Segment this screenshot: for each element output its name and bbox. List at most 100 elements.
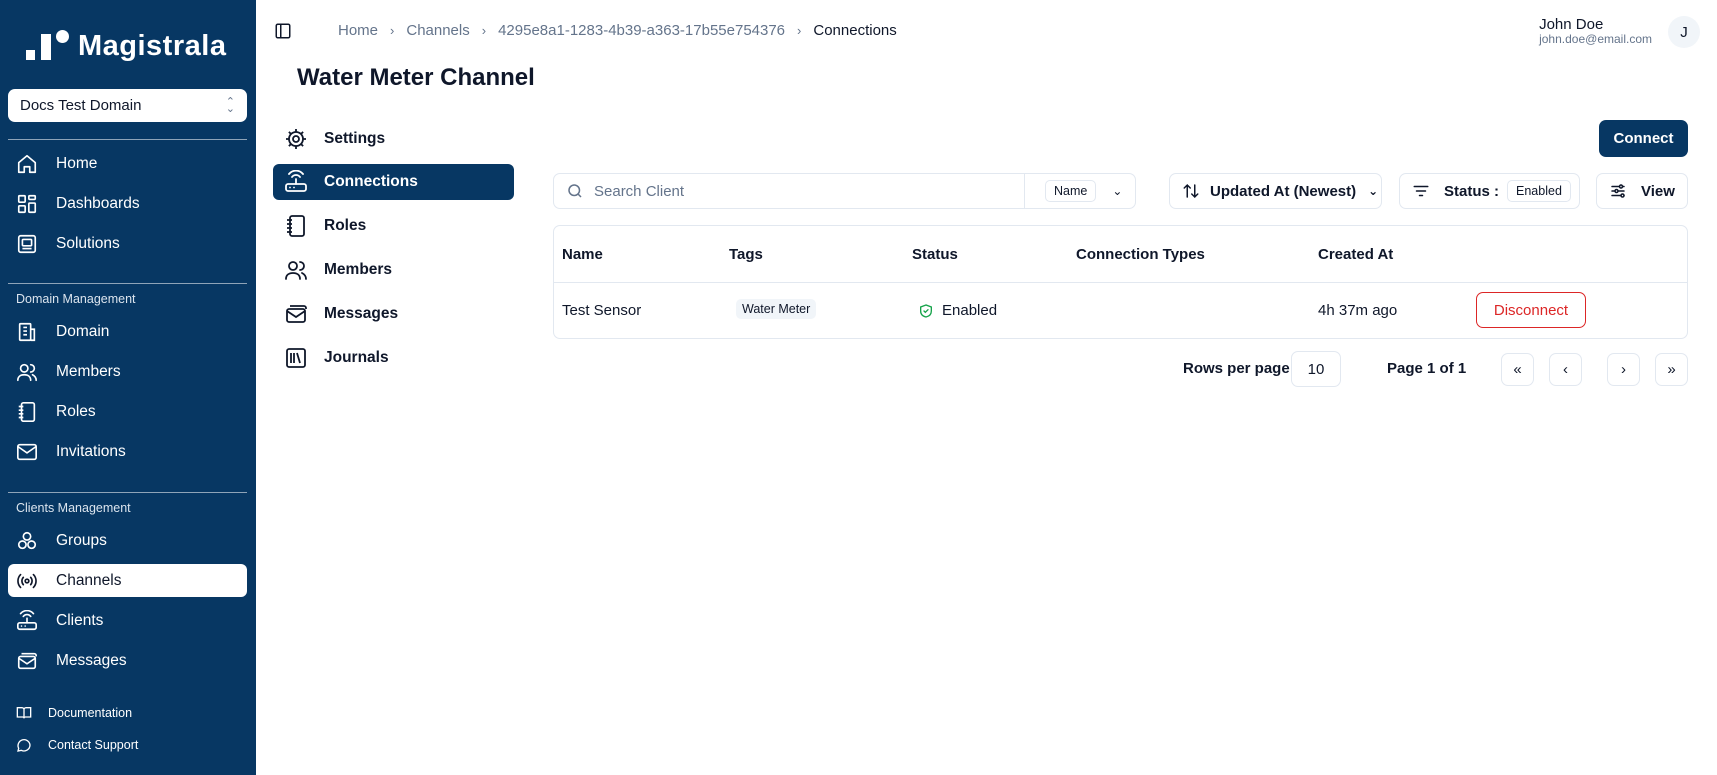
- sidebar-item-home[interactable]: Home: [8, 147, 247, 180]
- sidebar: Magistrala Docs Test Domain ⌃ ⌄ Home Dash…: [0, 0, 256, 775]
- tab-label: Settings: [324, 130, 386, 147]
- page-info: Page 1 of 1: [1387, 360, 1467, 377]
- users-icon: [285, 261, 307, 280]
- gear-icon: [286, 129, 306, 149]
- connect-button[interactable]: Connect: [1599, 120, 1688, 157]
- sidebar-item-label: Members: [56, 362, 121, 380]
- first-page-button[interactable]: «: [1501, 353, 1534, 386]
- column-header-created-at[interactable]: Created At: [1318, 246, 1393, 263]
- tab-settings[interactable]: Settings: [273, 121, 514, 157]
- shield-check-icon: [920, 303, 932, 318]
- sidebar-item-label: Dashboards: [56, 194, 140, 212]
- avatar[interactable]: J: [1668, 16, 1700, 48]
- tab-messages[interactable]: Messages: [273, 296, 514, 332]
- tab-label: Members: [324, 261, 393, 278]
- last-page-button[interactable]: »: [1655, 353, 1688, 386]
- sort-label: Updated At (Newest): [1210, 182, 1357, 200]
- sidebar-item-groups[interactable]: Groups: [8, 524, 247, 557]
- sidebar-item-channels[interactable]: Channels: [8, 564, 247, 597]
- chevron-right-icon: ›: [1621, 361, 1626, 378]
- chevron-right-icon: ›: [390, 23, 395, 38]
- chevron-down-icon: ⌄: [1112, 184, 1123, 198]
- chevrons-right-icon: »: [1667, 361, 1676, 378]
- sort-button[interactable]: Updated At (Newest) ⌄: [1169, 173, 1382, 209]
- status-filter-button[interactable]: Status : Enabled: [1399, 173, 1580, 209]
- rows-per-page-select[interactable]: 10: [1291, 351, 1341, 387]
- section-label-clients: Clients Management: [16, 501, 131, 515]
- sidebar-item-label: Solutions: [56, 234, 120, 252]
- sidebar-item-label: Domain: [56, 322, 110, 340]
- tag-badge: Water Meter: [736, 299, 817, 319]
- chevron-down-icon: ⌄: [1368, 184, 1379, 198]
- footer-item-label: Documentation: [48, 706, 133, 720]
- breadcrumb-channels[interactable]: Channels: [406, 22, 469, 39]
- rows-per-page-label: Rows per page: [1183, 360, 1290, 377]
- breadcrumb-current: Connections: [813, 22, 897, 39]
- chevrons-left-icon: «: [1513, 361, 1522, 378]
- footer-item-documentation[interactable]: Documentation: [16, 705, 132, 721]
- domain-switcher[interactable]: Docs Test Domain ⌃ ⌄: [8, 89, 247, 122]
- sidebar-item-domain[interactable]: Domain: [8, 315, 247, 348]
- sort-arrows-icon: [1183, 183, 1199, 199]
- cell-tags: Water Meter: [736, 299, 817, 319]
- chevrons-up-down-icon: ⌃ ⌄: [225, 95, 235, 115]
- mail-stack-icon: [17, 652, 37, 669]
- sidebar-item-label: Invitations: [56, 442, 126, 460]
- sliders-icon: [1611, 184, 1625, 198]
- cell-status: Enabled: [918, 302, 997, 319]
- sidebar-item-roles[interactable]: Roles: [8, 395, 247, 428]
- search-box: Name ⌄: [553, 173, 1136, 209]
- footer-item-label: Contact Support: [48, 738, 139, 752]
- column-header-name[interactable]: Name: [562, 246, 603, 263]
- chevron-left-icon: ‹: [1563, 361, 1568, 378]
- filter-icon: [1413, 185, 1429, 197]
- column-header-tags[interactable]: Tags: [729, 246, 763, 263]
- row-divider: [554, 282, 1687, 283]
- tab-journals[interactable]: Journals: [273, 340, 514, 376]
- connections-table: Name Tags Status Connection Types Create…: [553, 225, 1688, 339]
- broadcast-icon: [17, 573, 37, 588]
- sidebar-item-clients[interactable]: Clients: [8, 604, 247, 637]
- sidebar-divider: [8, 283, 247, 284]
- view-options-button[interactable]: View: [1596, 173, 1688, 209]
- disconnect-button[interactable]: Disconnect: [1476, 292, 1586, 328]
- column-header-connection-types[interactable]: Connection Types: [1076, 246, 1205, 263]
- logo-icon: [26, 28, 74, 64]
- book-icon: [16, 707, 32, 719]
- search-field-select[interactable]: Name ⌄: [1024, 174, 1136, 208]
- search-icon: [568, 184, 582, 198]
- status-text: Enabled: [942, 302, 998, 319]
- tab-roles[interactable]: Roles: [273, 208, 514, 244]
- status-filter-value: Enabled: [1507, 180, 1571, 202]
- tab-connections[interactable]: Connections: [273, 164, 514, 200]
- sidebar-divider: [8, 492, 247, 493]
- domain-name: Docs Test Domain: [20, 97, 142, 114]
- sidebar-item-members[interactable]: Members: [8, 355, 247, 388]
- notebook-icon: [18, 401, 36, 422]
- prev-page-button[interactable]: ‹: [1549, 353, 1582, 386]
- search-input[interactable]: [594, 182, 1014, 200]
- app-logo[interactable]: Magistrala: [26, 28, 226, 64]
- chevron-right-icon: ›: [481, 23, 487, 38]
- column-header-status[interactable]: Status: [912, 246, 958, 263]
- logo-text: Magistrala: [78, 29, 227, 62]
- chat-icon: [17, 739, 31, 752]
- sidebar-divider: [8, 139, 247, 140]
- library-icon: [286, 348, 306, 368]
- sidebar-item-messages[interactable]: Messages: [8, 644, 247, 677]
- breadcrumb-home[interactable]: Home: [338, 22, 378, 39]
- tab-members[interactable]: Members: [273, 252, 514, 288]
- sidebar-item-label: Channels: [56, 571, 122, 589]
- sidebar-item-solutions[interactable]: Solutions: [8, 227, 247, 260]
- sidebar-item-dashboards[interactable]: Dashboards: [8, 187, 247, 220]
- next-page-button[interactable]: ›: [1607, 353, 1640, 386]
- sidebar-item-invitations[interactable]: Invitations: [8, 435, 247, 468]
- footer-item-contact-support[interactable]: Contact Support: [16, 737, 138, 753]
- groups-icon: [17, 531, 37, 549]
- sidebar-toggle-icon[interactable]: [274, 22, 292, 40]
- chevron-right-icon: ›: [797, 23, 802, 38]
- breadcrumb: Home › Channels › 4295e8a1-1283-4b39-a36…: [338, 22, 897, 39]
- tab-label: Journals: [324, 349, 389, 366]
- cell-created-at: 4h 37m ago: [1318, 302, 1398, 319]
- breadcrumb-channel-id[interactable]: 4295e8a1-1283-4b39-a363-17b55e754376: [498, 22, 785, 39]
